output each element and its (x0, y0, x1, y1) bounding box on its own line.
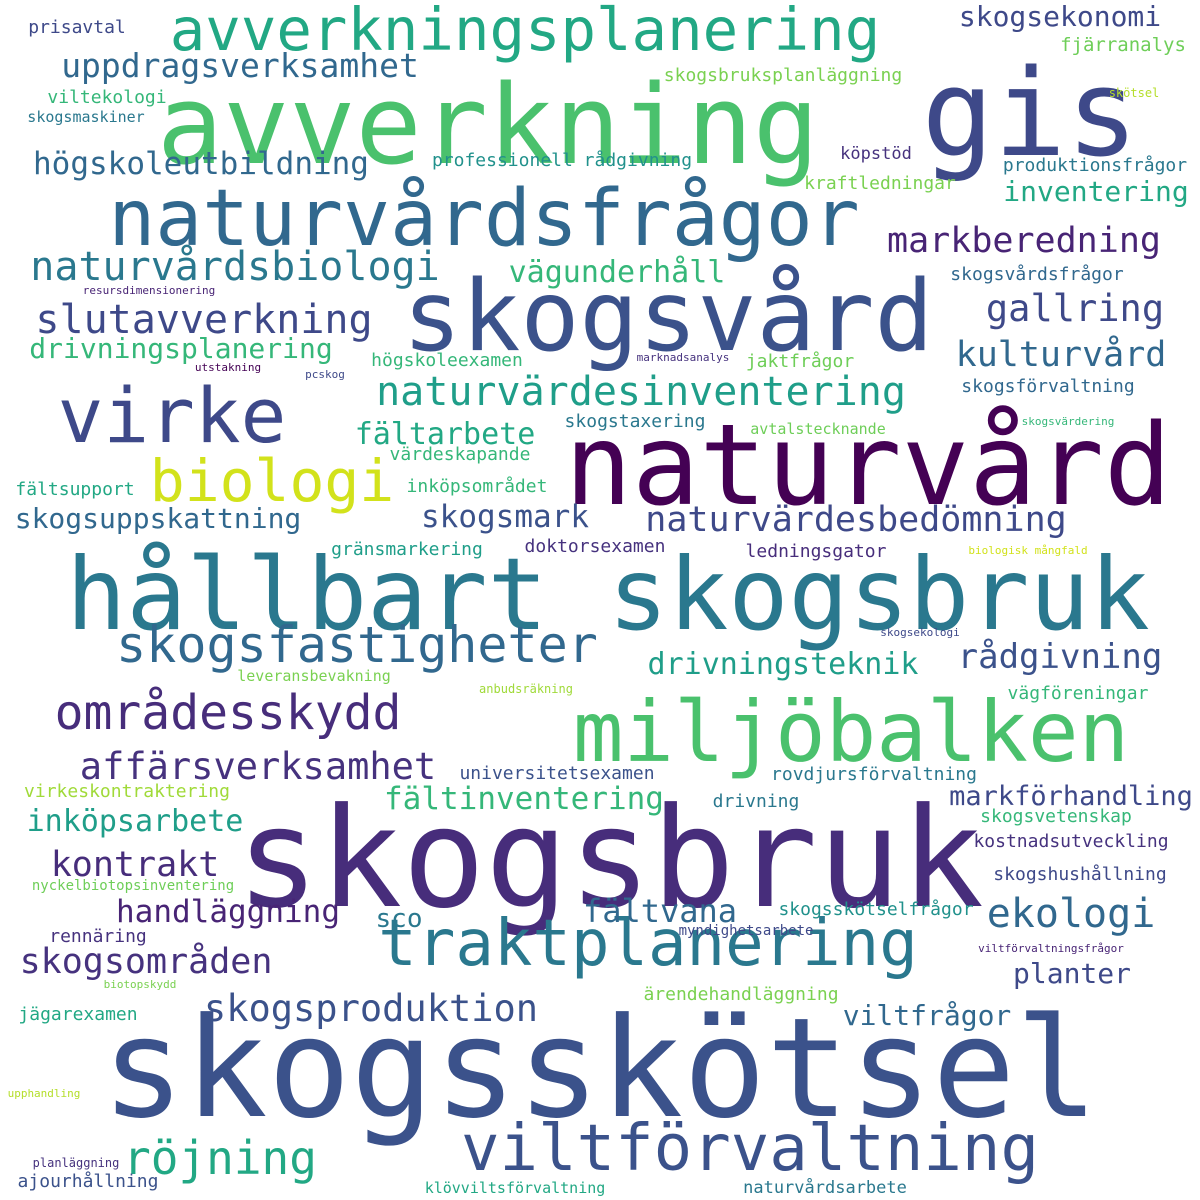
word: naturvårdsarbete (743, 1178, 907, 1198)
word: resursdimensionering (82, 284, 216, 297)
word: viltförvaltningsfrågor (978, 942, 1124, 955)
word: fältinventering (384, 781, 664, 817)
word: professionell rådgivning (431, 150, 693, 171)
word: fältsupport (15, 479, 135, 500)
word: skogstaxering (564, 411, 706, 432)
word-cloud: skogsskötsel skogsbruk hållbart skogsbru… (0, 0, 1200, 1200)
word: pcskog (305, 368, 345, 381)
word: naturvärdesbedömning (645, 500, 1067, 540)
word: prisavtal (28, 17, 126, 38)
word: skötsel (1108, 86, 1160, 100)
word: avtalstecknande (750, 420, 886, 438)
word: ekologi (986, 891, 1156, 937)
word: skogsfastigheter (116, 616, 598, 674)
word: planläggning (32, 1156, 120, 1170)
word: utstakning (194, 361, 262, 374)
word: ledningsgator (745, 541, 887, 562)
word: skogsskötselfrågor (778, 899, 974, 920)
word: skogshushållning (993, 864, 1167, 885)
word: ärendehandläggning (643, 984, 839, 1005)
word: högskoleexamen (371, 350, 523, 371)
word: biotopskydd (103, 978, 177, 991)
word: produktionsfrågor (1002, 155, 1188, 176)
word: jaktfrågor (745, 351, 855, 372)
word: naturvärdesinventering (376, 369, 906, 415)
word: köpstöd (840, 144, 912, 164)
word: kulturvård (955, 335, 1167, 375)
word: upphandling (7, 1087, 81, 1100)
word: klövviltsförvaltning (424, 1179, 606, 1197)
word: områdesskydd (54, 685, 402, 741)
word: rådgivning (957, 637, 1163, 677)
word: skogsekonomi (958, 0, 1162, 33)
word: skogsvårdsfrågor (950, 264, 1124, 285)
word: skogsproduktion (203, 987, 539, 1030)
word: inköpsarbete (26, 804, 244, 839)
word: virke (57, 371, 287, 460)
word: inköpsområdet (406, 476, 548, 497)
word: affärsverksamhet (79, 745, 437, 788)
word: leveransbevakning (237, 667, 391, 685)
word: skogsvärdering (1021, 415, 1115, 428)
word: vägföreningar (1007, 683, 1149, 704)
word: planter (1012, 957, 1132, 990)
word: drivning (712, 791, 800, 812)
word: skogsförvaltning (961, 376, 1135, 397)
word: gränsmarkering (331, 539, 483, 560)
word: viltekologi (47, 87, 167, 108)
word: uppdragsverksamhet (61, 46, 419, 85)
word: skogsområden (19, 942, 273, 982)
word: virkeskontraktering (24, 781, 230, 802)
word: ajourhållning (17, 1171, 159, 1192)
word: handläggning (116, 894, 340, 930)
word: viltförvaltning (461, 1112, 1039, 1186)
word: skogsmark (421, 499, 589, 535)
word: drivningsplanering (29, 332, 333, 365)
word: rennäring (49, 926, 147, 947)
word: anbudsräkning (479, 682, 573, 696)
word: biologisk mångfald (968, 544, 1088, 557)
word: fjärranalys (1060, 34, 1186, 56)
word: skogsekologi (880, 626, 960, 639)
word: viltfrågor (842, 999, 1012, 1032)
word: kostnadsutveckling (973, 831, 1169, 852)
word: sco (375, 904, 423, 934)
word: myndighetsarbete (678, 923, 814, 939)
word: skogsmaskiner (27, 108, 145, 126)
word: marknadsanalys (636, 351, 730, 364)
word: värdeskapande (389, 444, 531, 465)
word: skogsvetenskap (980, 806, 1132, 827)
word: skogsbruksplanläggning (663, 65, 903, 86)
word: markberedning (887, 221, 1161, 261)
word: inventering (1003, 175, 1189, 208)
word: skogsuppskattning (14, 502, 302, 535)
word: universitetsexamen (459, 763, 655, 784)
word: högskoleutbildning (33, 146, 369, 182)
word: gallring (985, 287, 1165, 330)
word: kraftledningar (804, 173, 956, 194)
word: naturvårdsbiologi (30, 244, 440, 290)
word: nyckelbiotopsinventering (31, 878, 235, 894)
word: doktorsexamen (524, 536, 666, 557)
word: rovdjursförvaltning (771, 764, 977, 785)
word: jägarexamen (18, 1004, 138, 1025)
word: drivningsteknik (647, 647, 919, 682)
word: vägunderhåll (508, 255, 726, 290)
